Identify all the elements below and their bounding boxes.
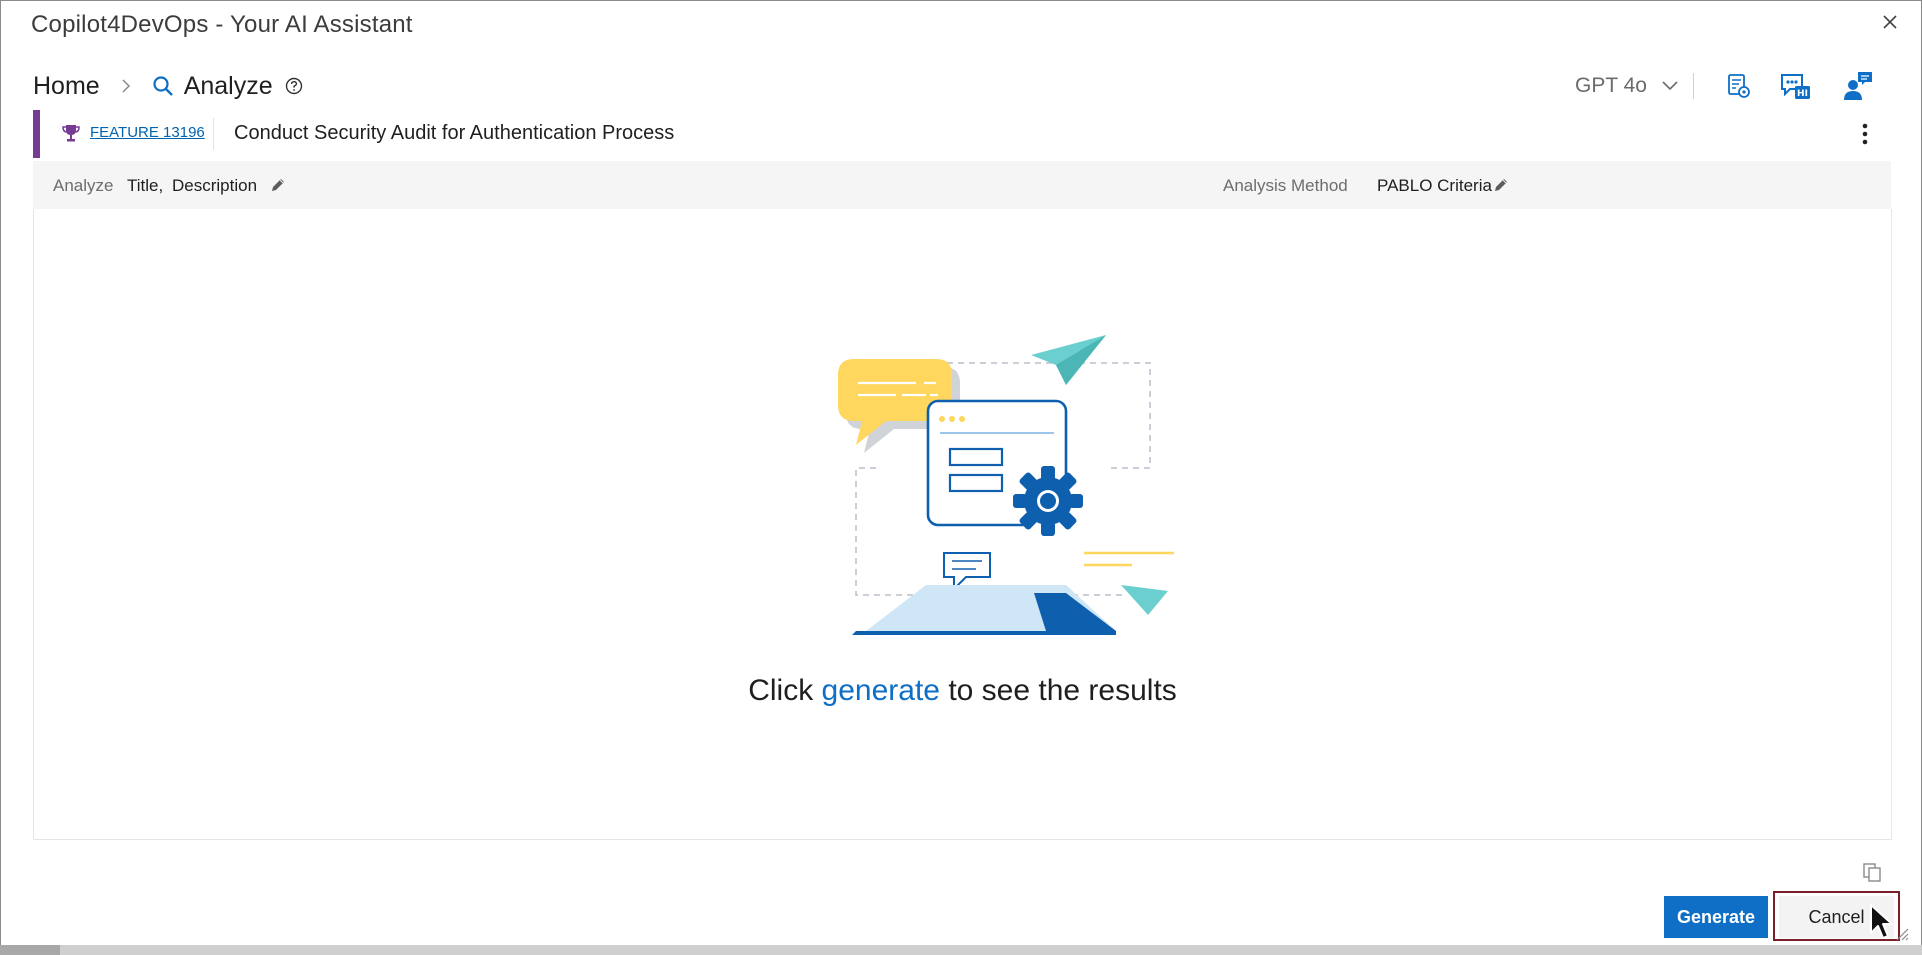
work-item-title: Conduct Security Audit for Authenticatio… [234, 122, 675, 144]
more-vertical-icon[interactable] [1851, 120, 1879, 148]
dialog-title: Copilot4DevOps - Your AI Assistant [31, 11, 413, 38]
copy-icon[interactable] [1861, 861, 1883, 883]
empty-state-message: Click generate to see the results [34, 674, 1891, 708]
work-item-id-link[interactable]: FEATURE 13196 [90, 124, 205, 141]
user-feedback-icon[interactable] [1841, 69, 1875, 103]
results-panel: Click generate to see the results [33, 209, 1892, 840]
scroll-thumb[interactable] [0, 945, 60, 955]
breadcrumb: Home Analyze [33, 71, 303, 101]
assistant-dialog: Copilot4DevOps - Your AI Assistant Home … [0, 0, 1922, 947]
analysis-method-label: Analysis Method [1223, 176, 1348, 195]
edit-fields-pencil-icon[interactable] [269, 176, 287, 194]
breadcrumb-home[interactable]: Home [33, 72, 100, 101]
work-item-divider [213, 118, 214, 150]
generate-button[interactable]: Generate [1664, 896, 1768, 938]
resize-grip-icon[interactable] [1893, 925, 1909, 941]
analyze-field-title: Title, [127, 176, 164, 195]
analyze-label: Analyze [53, 176, 114, 195]
analysis-options-bar: Analyze Title, Description Analysis Meth… [33, 161, 1891, 209]
edit-method-pencil-icon[interactable] [1492, 176, 1510, 194]
work-item-type-accent [33, 110, 40, 158]
mouse-pointer-icon [1870, 904, 1893, 939]
settings-document-icon[interactable] [1721, 69, 1755, 103]
work-item-header: FEATURE 13196 Conduct Security Audit for… [33, 110, 1891, 158]
empty-state-illustration [838, 335, 1174, 635]
empty-state-text-before: Click [748, 674, 822, 707]
trophy-icon [62, 125, 80, 142]
search-icon [153, 76, 173, 96]
chevron-right-icon [122, 79, 130, 93]
help-icon[interactable] [285, 77, 303, 95]
chevron-down-icon [1662, 81, 1678, 91]
analysis-method-value: PABLO Criteria [1377, 176, 1492, 195]
generate-link[interactable]: generate [822, 674, 940, 707]
model-dropdown[interactable]: GPT 4o [1575, 71, 1679, 101]
chat-hi-icon[interactable]: HI [1778, 69, 1812, 103]
svg-text:HI: HI [1797, 89, 1808, 99]
model-selected-value: GPT 4o [1575, 74, 1647, 97]
close-icon[interactable] [1877, 9, 1903, 35]
bottom-scroll-strip [0, 945, 1922, 955]
toolbar-divider [1693, 73, 1694, 99]
analyze-field-description: Description [172, 176, 258, 195]
empty-state-text-after: to see the results [939, 674, 1177, 707]
breadcrumb-analyze: Analyze [183, 71, 273, 100]
